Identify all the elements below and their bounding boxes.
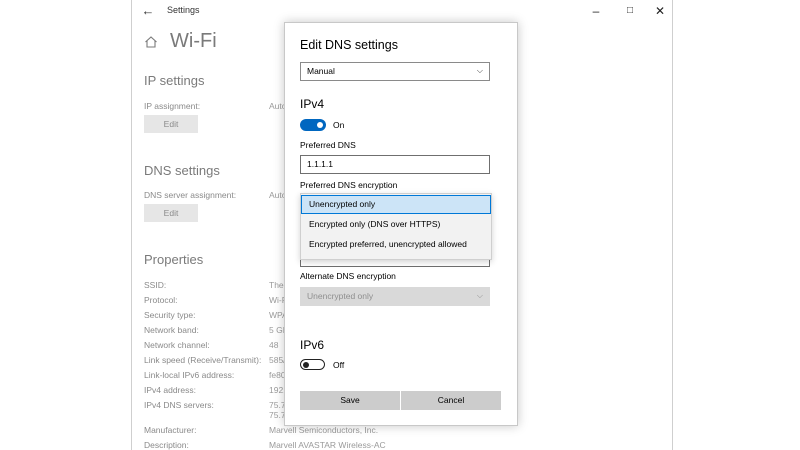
dns-settings-heading: DNS settings — [144, 163, 220, 178]
ip-assignment-label: IP assignment: — [144, 101, 201, 111]
property-label: IPv4 address: — [144, 385, 196, 395]
preferred-dns-label: Preferred DNS — [300, 140, 356, 150]
ip-settings-heading: IP settings — [144, 73, 205, 88]
home-icon[interactable] — [144, 35, 158, 49]
property-label: Link speed (Receive/Transmit): — [144, 355, 262, 365]
property-value: 48 — [269, 340, 279, 350]
property-label: Manufacturer: — [144, 425, 197, 435]
ipv4-toggle[interactable] — [300, 119, 326, 131]
dropdown-option[interactable]: Encrypted preferred, unencrypted allowed — [301, 235, 491, 254]
ipv6-toggle[interactable] — [300, 359, 325, 370]
dropdown-option[interactable]: Unencrypted only — [301, 195, 491, 214]
maximize-button[interactable]: □ — [618, 2, 642, 20]
property-label: IPv4 DNS servers: — [144, 400, 214, 410]
cancel-button[interactable]: Cancel — [401, 391, 501, 410]
toggle-knob — [317, 122, 323, 128]
chevron-down-icon: ⌵ — [476, 291, 483, 300]
toggle-knob — [303, 361, 309, 368]
back-arrow-icon[interactable]: ← — [138, 2, 158, 20]
dropdown-option[interactable]: Encrypted only (DNS over HTTPS) — [301, 215, 491, 234]
property-label: Network channel: — [144, 340, 210, 350]
preferred-dns-value: 1.1.1.1 — [307, 159, 333, 169]
property-value: The — [269, 280, 284, 290]
property-label: SSID: — [144, 280, 167, 290]
preferred-dns-input[interactable]: 1.1.1.1 — [300, 155, 490, 174]
preferred-encryption-dropdown[interactable]: Unencrypted only Encrypted only (DNS ove… — [300, 193, 492, 260]
dialog-title: Edit DNS settings — [300, 38, 398, 52]
title-bar: ← Settings – □ ✕ — [132, 0, 672, 22]
ipv6-heading: IPv6 — [300, 338, 325, 352]
alternate-encryption-value: Unencrypted only — [307, 291, 374, 301]
dns-assignment-label: DNS server assignment: — [144, 190, 237, 200]
property-value: Marvell Semiconductors, Inc. — [269, 425, 379, 435]
window-title: Settings — [167, 5, 200, 15]
property-label: Network band: — [144, 325, 199, 335]
property-value: Marvell AVASTAR Wireless-AC — [269, 440, 386, 450]
ipv4-toggle-label: On — [333, 120, 345, 130]
alternate-encryption-label: Alternate DNS encryption — [300, 271, 396, 281]
page-title: Wi-Fi — [170, 30, 217, 52]
dns-edit-button[interactable]: Edit — [144, 204, 198, 222]
ipv4-heading: IPv4 — [300, 97, 325, 111]
property-label: Description: — [144, 440, 189, 450]
properties-heading: Properties — [144, 252, 204, 267]
save-button[interactable]: Save — [300, 391, 400, 410]
property-label: Link-local IPv6 address: — [144, 370, 235, 380]
minimize-button[interactable]: – — [584, 2, 608, 20]
dns-mode-value: Manual — [307, 66, 335, 76]
edit-dns-dialog: Edit DNS settings Manual ⌵ IPv4 On Prefe… — [284, 22, 518, 426]
property-label: Security type: — [144, 310, 196, 320]
chevron-down-icon: ⌵ — [476, 66, 483, 75]
ipv6-toggle-label: Off — [333, 360, 345, 370]
preferred-encryption-label: Preferred DNS encryption — [300, 180, 398, 190]
property-label: Protocol: — [144, 295, 178, 305]
alternate-encryption-select: Unencrypted only ⌵ — [300, 287, 490, 306]
dns-mode-select[interactable]: Manual ⌵ — [300, 62, 490, 81]
ip-edit-button[interactable]: Edit — [144, 115, 198, 133]
close-button[interactable]: ✕ — [648, 2, 672, 20]
